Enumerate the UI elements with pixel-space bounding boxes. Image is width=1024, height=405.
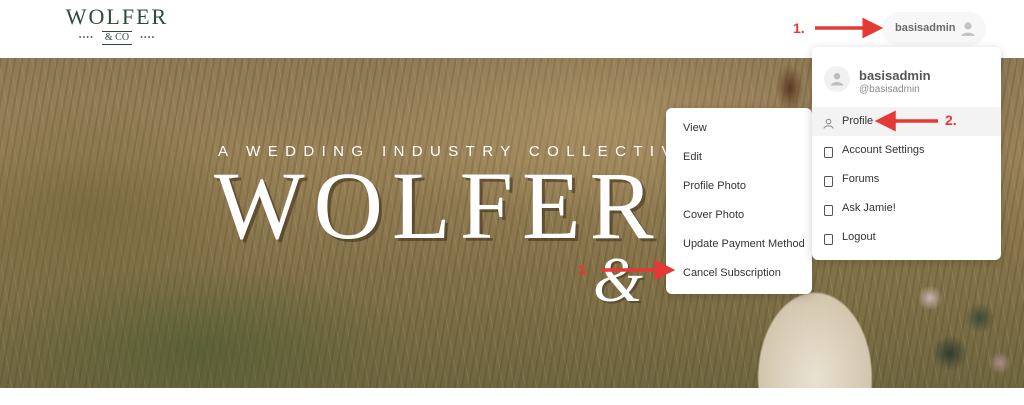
annotation-arrows bbox=[601, 17, 938, 281]
